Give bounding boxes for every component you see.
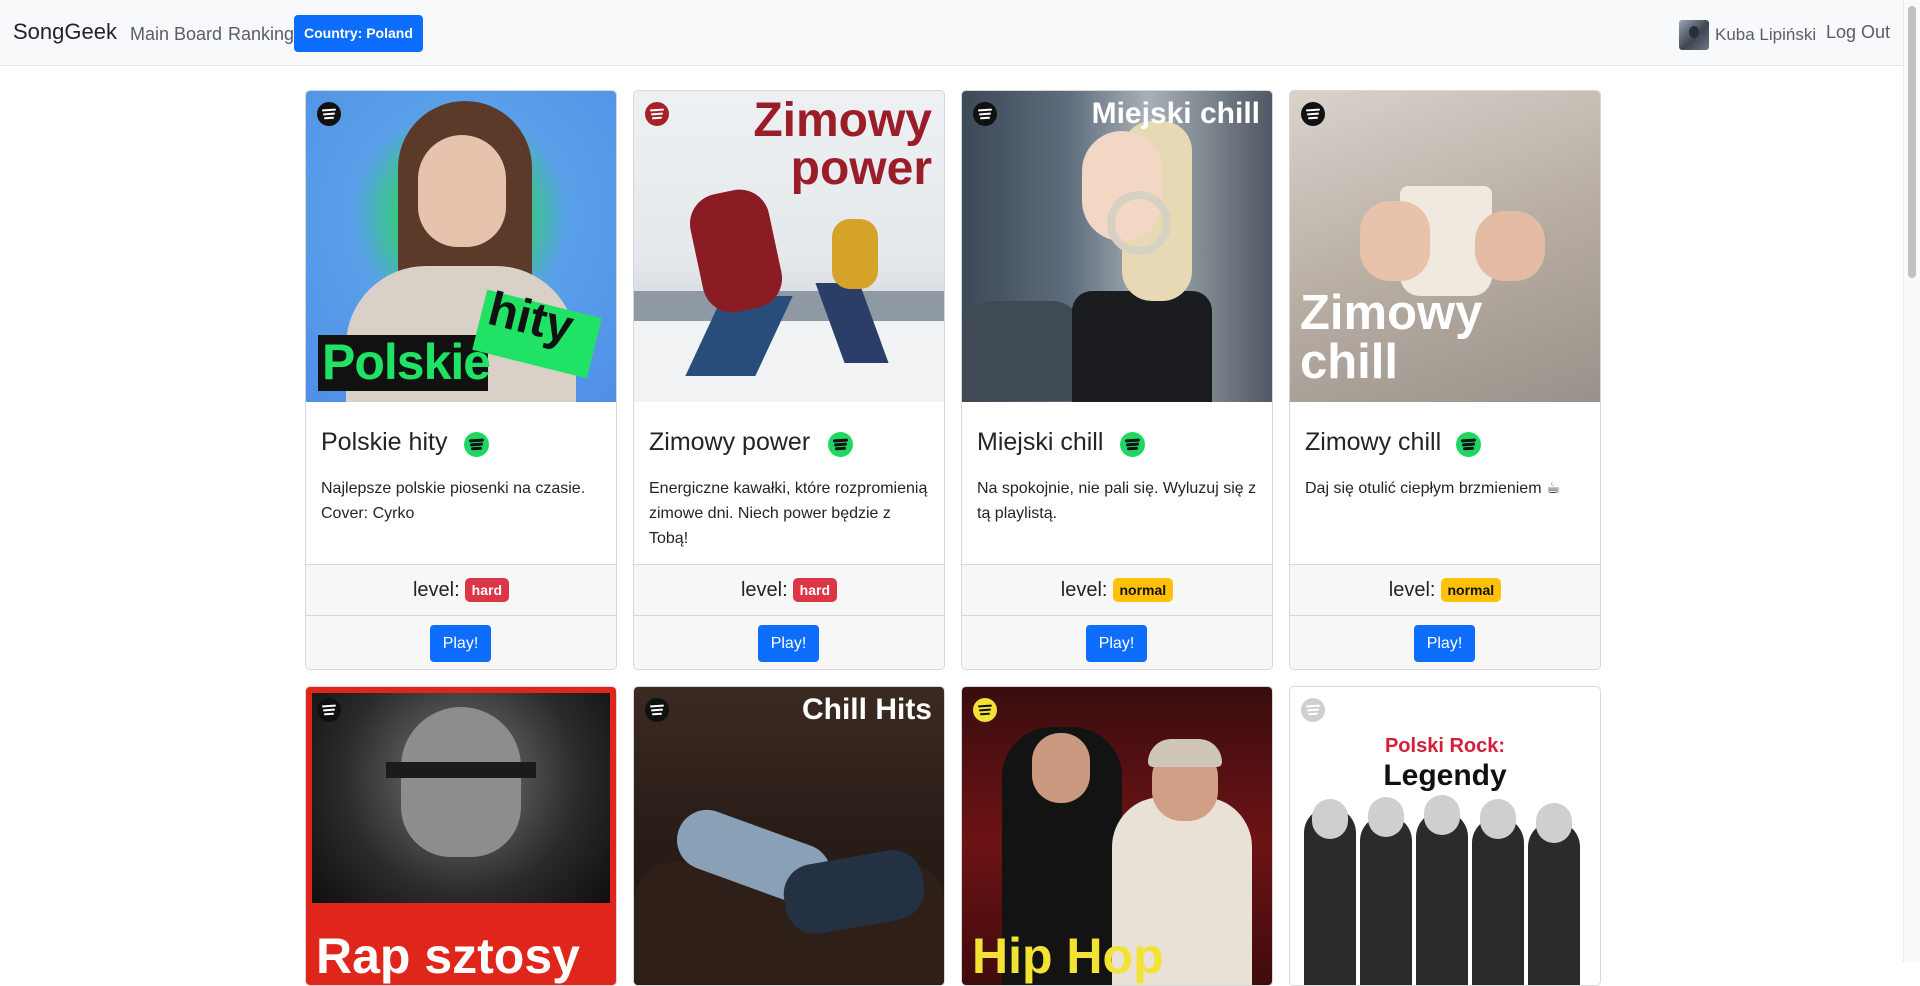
playlist-card: Zimowy chill Zimowy chill Daj się otulić…	[1289, 90, 1601, 670]
play-button[interactable]: Play!	[1086, 625, 1147, 662]
playlist-cover: Polski Rock: Legendy	[1290, 687, 1600, 985]
page-scrollbar[interactable]	[1903, 0, 1920, 962]
playlist-title: Zimowy chill	[1305, 428, 1442, 456]
playlist-cover: Miejski chill	[962, 91, 1272, 402]
playlist-card: Hip Hop Alert	[961, 686, 1273, 986]
level-badge: hard	[464, 578, 510, 602]
cover-text: Hip Hop Alert	[972, 928, 1164, 985]
level-badge: normal	[1440, 578, 1502, 602]
playlist-description: Daj się otulić ciepłym brzmieniem ☕	[1305, 480, 1561, 497]
cover-text: Rap sztosy	[316, 928, 580, 984]
play-button[interactable]: Play!	[758, 625, 819, 662]
card-footer: Play!	[962, 616, 1272, 669]
level-label: level:	[1060, 578, 1108, 601]
card-body: Miejski chill Na spokojnie, nie pali się…	[962, 402, 1272, 564]
playlist-cover: Polskie hity	[306, 91, 616, 402]
playlist-description: Najlepsze polskie piosenki na czasie. Co…	[321, 480, 586, 522]
cover-text: Polski Rock:	[1384, 735, 1506, 757]
play-button[interactable]: Play!	[430, 625, 491, 662]
level-row: level: hard	[306, 564, 616, 616]
level-row: level: hard	[634, 564, 944, 616]
spotify-icon[interactable]	[1120, 432, 1145, 457]
cover-text: Legendy	[1383, 759, 1507, 792]
playlist-title: Miejski chill	[977, 428, 1104, 456]
level-label: level:	[412, 578, 460, 601]
spotify-icon[interactable]	[464, 432, 489, 457]
play-button[interactable]: Play!	[1414, 625, 1475, 662]
cover-text: Miejski chill	[1091, 97, 1260, 130]
cover-text: Chill Hits	[801, 693, 932, 726]
nav-ranking[interactable]: Ranking	[228, 24, 294, 45]
card-body: Zimowy power Energiczne kawałki, które r…	[634, 402, 944, 564]
spotify-icon	[973, 698, 997, 722]
playlist-cover: Hip Hop Alert	[962, 687, 1272, 985]
level-row: level: normal	[1290, 564, 1600, 616]
avatar	[1679, 20, 1709, 50]
playlist-title: Polskie hity	[321, 428, 448, 456]
cover-text: Zimowy chill	[1300, 286, 1483, 389]
playlist-card: Rap sztosy	[305, 686, 617, 986]
spotify-icon[interactable]	[828, 432, 853, 457]
level-label: level:	[740, 578, 788, 601]
spotify-icon	[317, 698, 341, 722]
cover-text: Zimowy power	[753, 94, 932, 195]
playlist-title: Zimowy power	[649, 428, 811, 456]
spotify-icon	[645, 698, 669, 722]
playlist-cover: Zimowy chill	[1290, 91, 1600, 402]
level-badge: hard	[792, 578, 838, 602]
level-badge: normal	[1112, 578, 1174, 602]
spotify-icon	[973, 102, 997, 126]
nav-main-board[interactable]: Main Board	[130, 24, 222, 45]
brand-logo[interactable]: SongGeek	[13, 19, 117, 45]
playlist-description: Energiczne kawałki, które rozpromienią z…	[649, 480, 928, 547]
user-name: Kuba Lipiński	[1715, 25, 1817, 44]
playlist-cover: Chill Hits	[634, 687, 944, 985]
spotify-icon	[1301, 698, 1325, 722]
top-navbar: SongGeek Main Board Ranking Country: Pol…	[0, 0, 1904, 66]
scrollbar-thumb[interactable]	[1908, 6, 1916, 278]
spotify-icon[interactable]	[1456, 432, 1481, 457]
playlist-card: Miejski chill Miejski chill Na spokojnie…	[961, 90, 1273, 670]
playlist-card: Polskie hity Polskie hity Najlepsze pols…	[305, 90, 617, 670]
level-row: level: normal	[962, 564, 1272, 616]
spotify-icon	[1301, 102, 1325, 126]
playlist-description: Na spokojnie, nie pali się. Wyluzuj się …	[977, 480, 1257, 522]
card-footer: Play!	[306, 616, 616, 669]
user-profile[interactable]: Kuba Lipiński	[1679, 20, 1816, 50]
country-button[interactable]: Country: Poland	[294, 15, 423, 52]
spotify-icon	[317, 102, 341, 126]
playlist-card: Zimowy power Zimowy power Energiczne kaw…	[633, 90, 945, 670]
spotify-icon	[645, 102, 669, 126]
cover-text: Polskie	[322, 334, 491, 390]
playlist-card: Polski Rock: Legendy	[1289, 686, 1601, 986]
card-footer: Play!	[634, 616, 944, 669]
card-body: Polskie hity Najlepsze polskie piosenki …	[306, 402, 616, 564]
playlist-cover: Zimowy power	[634, 91, 944, 402]
card-footer: Play!	[1290, 616, 1600, 669]
playlist-cover: Rap sztosy	[306, 687, 616, 985]
card-body: Zimowy chill Daj się otulić ciepłym brzm…	[1290, 402, 1600, 564]
level-label: level:	[1388, 578, 1436, 601]
playlist-card: Chill Hits	[633, 686, 945, 986]
logout-link[interactable]: Log Out	[1826, 22, 1890, 43]
